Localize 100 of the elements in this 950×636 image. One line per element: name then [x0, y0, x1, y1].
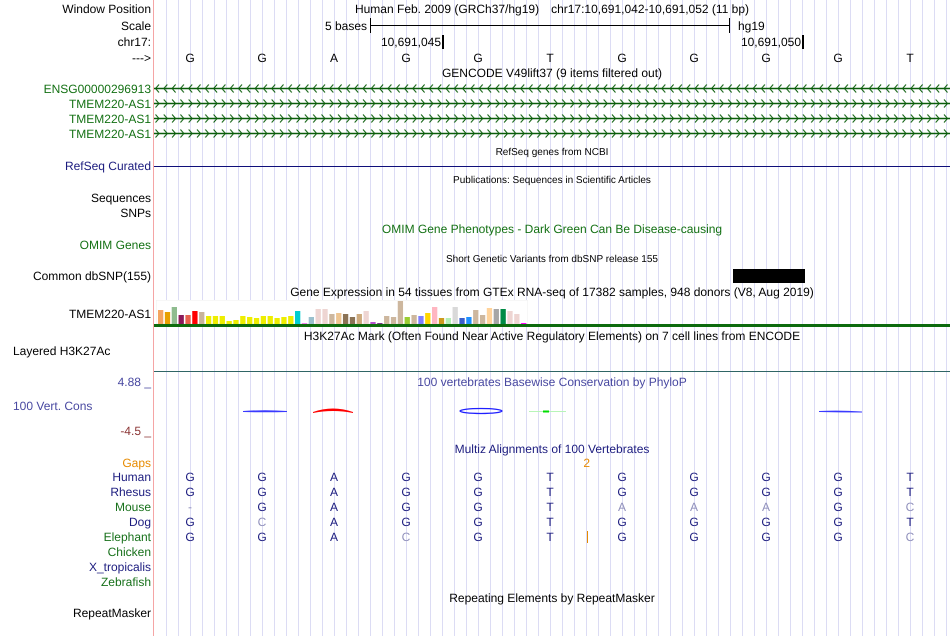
aligned-base: G — [761, 516, 771, 528]
track-label: Sequences — [90, 192, 151, 204]
aligned-base: G — [185, 516, 195, 528]
aligned-base: G — [257, 530, 267, 542]
gene-label[interactable]: ENSG00000296913 — [44, 82, 151, 94]
aligned-base: G — [689, 486, 699, 498]
aligned-base: G — [401, 500, 411, 512]
gene-label[interactable]: TMEM220-AS1 — [68, 98, 151, 110]
aligned-base: G — [185, 530, 195, 542]
base-letter: G — [617, 52, 627, 64]
base-letter: G — [833, 52, 843, 64]
coordinate-tick: 10,691,050 — [740, 35, 804, 49]
species-label: Zebrafish — [100, 576, 151, 588]
position-range: chr17:10,691,042-10,691,052 (11 bp) — [551, 2, 750, 14]
gene-label[interactable]: TMEM220-AS1 — [68, 128, 151, 140]
species-label: Human — [112, 470, 151, 482]
assembly-label: hg19 — [737, 20, 765, 32]
coordinate-tick: 10,691,045 — [380, 35, 444, 49]
aligned-base: T — [906, 470, 914, 482]
aligned-base: G — [473, 486, 483, 498]
aligned-base: A — [330, 530, 338, 542]
aligned-base: T — [906, 486, 914, 498]
aligned-base: G — [185, 486, 195, 498]
base-letter: G — [401, 52, 411, 64]
track-title: Short Genetic Variants from dbSNP release 155 — [446, 254, 658, 264]
scale-length: 5 bases — [324, 20, 368, 32]
aligned-base: C — [258, 516, 266, 528]
track-label: TMEM220-AS1 — [68, 308, 151, 320]
aligned-base: G — [689, 530, 699, 542]
aligned-base: G — [401, 470, 411, 482]
aligned-base: T — [546, 500, 554, 512]
base-letter: G — [473, 52, 483, 64]
track-title: 100 vertebrates Basewise Conservation by PhyloP — [417, 376, 687, 388]
axis-max-label: 4.88 _ — [118, 376, 151, 388]
track-label: Layered H3K27Ac — [13, 345, 110, 357]
aligned-base: A — [330, 500, 338, 512]
base-letter: G — [257, 52, 267, 64]
track-label: 100 Vert. Cons — [13, 400, 92, 412]
aligned-base: G — [257, 470, 267, 482]
species-label: Rhesus — [110, 486, 151, 498]
aligned-base: G — [833, 470, 843, 482]
aligned-base: G — [689, 516, 699, 528]
species-label: Chicken — [108, 546, 151, 558]
expression-bars-drawing[interactable] — [156, 300, 528, 324]
species-label: Elephant — [104, 530, 151, 542]
aligned-base: G — [473, 530, 483, 542]
track-label: SNPs — [120, 206, 151, 218]
aligned-base: G — [833, 500, 843, 512]
aligned-base: G — [473, 516, 483, 528]
track-label: Common dbSNP(155) — [32, 270, 151, 282]
species-label: Dog — [128, 516, 151, 528]
gene-label[interactable]: TMEM220-AS1 — [68, 112, 151, 124]
track-title: Publications: Sequences in Scientific Articles — [453, 176, 651, 186]
aligned-base: G — [401, 516, 411, 528]
aligned-base: G — [473, 500, 483, 512]
track-label: OMIM Genes — [80, 238, 151, 250]
track-title: Repeating Elements by RepeatMasker — [449, 592, 655, 604]
base-letter: G — [761, 52, 771, 64]
aligned-base: C — [402, 530, 410, 542]
aligned-base: G — [257, 500, 267, 512]
variant-feature[interactable] — [733, 268, 805, 282]
aligned-base: G — [761, 486, 771, 498]
aligned-base: T — [546, 470, 554, 482]
aligned-base: A — [690, 500, 698, 512]
aligned-base: C — [906, 530, 914, 542]
track-label: Gaps — [122, 456, 151, 468]
track-label: chr17: — [118, 36, 151, 48]
track-title: Multiz Alignments of 100 Vertebrates — [454, 443, 650, 455]
assembly-title: Human Feb. 2009 (GRCh37/hg19) — [354, 2, 540, 14]
aligned-base: G — [401, 486, 411, 498]
aligned-base: G — [833, 516, 843, 528]
track-title: GENCODE V49lift37 (9 items filtered out) — [442, 67, 662, 79]
aligned-base: A — [330, 470, 338, 482]
species-label: Mouse — [114, 500, 151, 512]
track-label: Window Position — [62, 2, 151, 14]
track-label: Scale — [120, 20, 151, 32]
aligned-base: T — [546, 516, 554, 528]
aligned-base: G — [617, 530, 627, 542]
track-label: RefSeq Curated — [64, 160, 151, 172]
base-letter: G — [689, 52, 699, 64]
aligned-base: G — [833, 486, 843, 498]
aligned-base: G — [257, 486, 267, 498]
track-title: Gene Expression in 54 tissues from GTEx RNA-seq of 17382 samples, 948 donors (V8, Aug 2019) — [290, 286, 814, 298]
base-letter: T — [546, 52, 554, 64]
base-letter: G — [185, 52, 195, 64]
aligned-base: - — [188, 500, 192, 512]
track-title: OMIM Gene Phenotypes - Dark Green Can Be Disease-causing — [382, 223, 722, 235]
aligned-base: T — [546, 530, 554, 542]
aligned-base: G — [617, 516, 627, 528]
aligned-base: G — [473, 470, 483, 482]
track-label: ---> — [132, 52, 151, 64]
aligned-base: A — [618, 500, 626, 512]
aligned-base: G — [617, 486, 627, 498]
aligned-base: A — [330, 516, 338, 528]
aligned-base: T — [546, 486, 554, 498]
track-title: RefSeq genes from NCBI — [496, 148, 608, 158]
aligned-base: T — [906, 516, 914, 528]
track-title: H3K27Ac Mark (Often Found Near Active Regulatory Elements) on 7 cell lines from ENCODE — [304, 330, 800, 342]
aligned-base: A — [330, 486, 338, 498]
aligned-base: G — [689, 470, 699, 482]
